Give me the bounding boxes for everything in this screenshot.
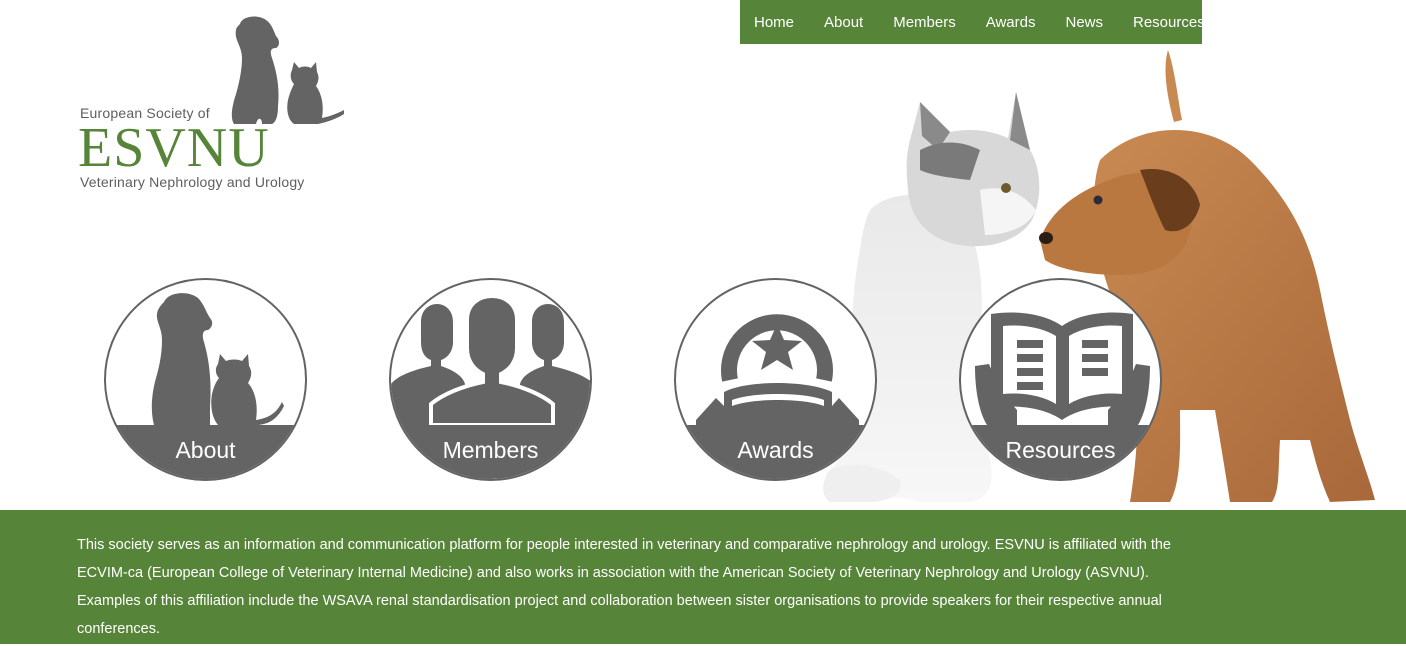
info-paragraph: This society serves as an information an… — [77, 537, 1171, 637]
nav-item-about[interactable]: About — [824, 14, 863, 31]
awards-circle-button[interactable]: Awards — [674, 278, 877, 481]
nav-item-members[interactable]: Members — [893, 14, 956, 31]
top-navigation: Home About Members Awards News Resources — [740, 0, 1205, 44]
circle-label: Resources — [1005, 437, 1116, 463]
about-circle-button[interactable]: About — [104, 278, 307, 481]
about-info-band: This society serves as an information an… — [0, 510, 1406, 644]
circle-label: Members — [442, 437, 539, 463]
circle-label: Awards — [737, 437, 814, 463]
site-logo[interactable]: European Society of ESVNU Veterinary Nep… — [78, 14, 348, 194]
logo-tagline-bottom: Veterinary Nephrology and Urology — [80, 174, 305, 190]
nav-item-home[interactable]: Home — [754, 14, 794, 31]
nav-item-resources[interactable]: Resources — [1133, 14, 1205, 31]
dog-cat-logo-icon — [231, 16, 344, 124]
nav-item-awards[interactable]: Awards — [986, 14, 1036, 31]
resources-circle-button[interactable]: Resources — [959, 278, 1162, 481]
circle-label: About — [175, 437, 236, 463]
logo-acronym: ESVNU — [78, 117, 270, 179]
nav-item-news[interactable]: News — [1065, 14, 1103, 31]
members-circle-button[interactable]: Members — [389, 278, 592, 481]
